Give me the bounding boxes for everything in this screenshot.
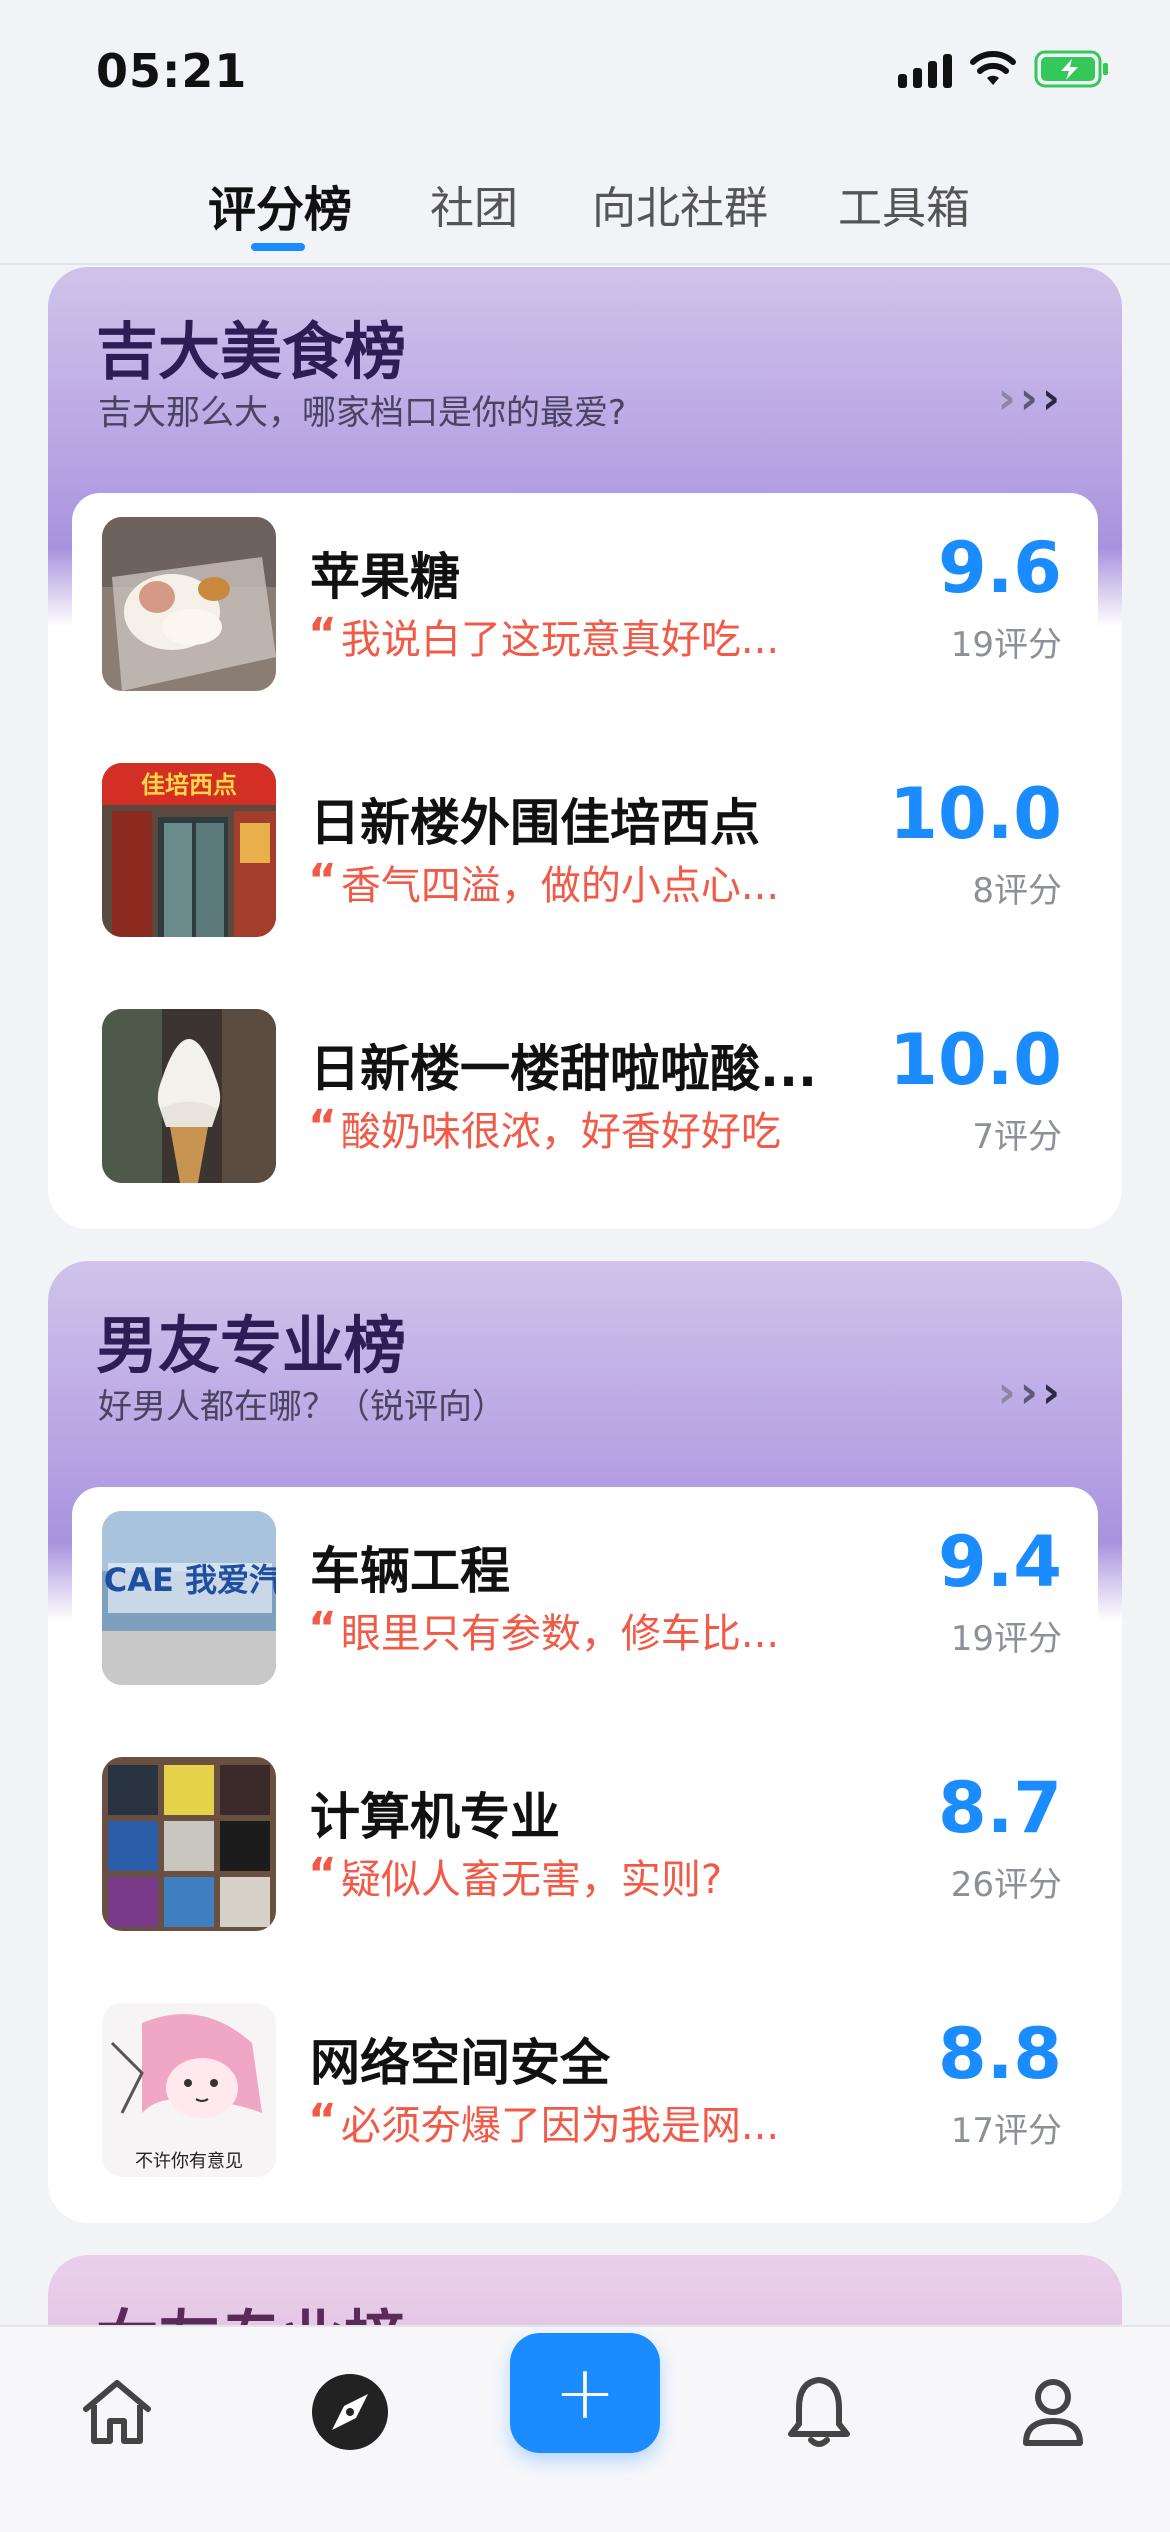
board-subtitle: 好男人都在哪？（锐评向）	[98, 1387, 506, 1427]
wifi-icon	[970, 51, 1016, 87]
quote-mark-icon: “	[308, 855, 337, 906]
item-rating-count: 19评分	[950, 1619, 1062, 1659]
board-title: 吉大美食榜	[96, 315, 407, 388]
item-score: 9.4	[937, 1521, 1062, 1603]
compass-icon[interactable]	[305, 2367, 395, 2457]
status-bar: 05:21	[0, 0, 1170, 150]
list-item[interactable]: 不许你有意见 网络空间安全 “必须夯爆了因为我是网... 8.8 17评分	[72, 1979, 1098, 2223]
board-subtitle: 吉大那么大，哪家档口是你的最爱?	[98, 393, 627, 433]
item-name: 日新楼外围佳培西点	[310, 794, 760, 852]
board-item-list: 苹果糖 “我说白了这玩意真好吃... 9.6 19评分 佳培西点 日新楼外围佳培…	[72, 493, 1098, 1229]
battery-charging-icon	[1034, 50, 1110, 88]
list-item[interactable]: I❤CAE 我爱汽车 车辆工程 “眼里只有参数，修车比... 9.4 19评分	[72, 1487, 1098, 1733]
quote-mark-icon: “	[308, 1101, 337, 1152]
item-score: 8.7	[937, 1767, 1062, 1849]
item-quote: “眼里只有参数，修车比...	[308, 1603, 780, 1657]
add-button[interactable]: +	[510, 2333, 660, 2453]
meme-caption: 不许你有意见	[135, 2151, 243, 2172]
tab-community[interactable]: 向北社群	[592, 172, 768, 236]
bell-icon[interactable]	[774, 2367, 864, 2457]
item-quote: “香气四溢，做的小点心...	[308, 855, 780, 909]
item-thumbnail	[102, 1757, 276, 1931]
item-quote: “疑似人畜无害，实则?	[308, 1849, 723, 1903]
item-thumbnail: I❤CAE 我爱汽车	[102, 1511, 276, 1685]
item-score: 10.0	[889, 773, 1062, 855]
item-rating-count: 26评分	[950, 1865, 1062, 1905]
board-header[interactable]: 女友专业榜	[48, 2255, 1122, 2325]
tab-rating-board[interactable]: 评分榜	[208, 170, 352, 240]
board-boyfriend-major: 男友专业榜 好男人都在哪？（锐评向） ››› I❤CAE 我爱汽车 车辆工程 “…	[48, 1261, 1122, 2223]
item-score: 8.8	[937, 2013, 1062, 2095]
board-title: 男友专业榜	[96, 1309, 407, 1382]
quote-mark-icon: “	[308, 609, 337, 660]
active-tab-indicator	[251, 243, 305, 251]
board-item-list: I❤CAE 我爱汽车 车辆工程 “眼里只有参数，修车比... 9.4 19评分	[72, 1487, 1098, 2223]
tab-clubs[interactable]: 社团	[430, 172, 518, 236]
item-thumbnail: 佳培西点	[102, 763, 276, 937]
profile-icon[interactable]	[1008, 2367, 1098, 2457]
item-rating-count: 19评分	[950, 625, 1062, 665]
more-arrows-icon[interactable]: › › ›	[998, 373, 1060, 424]
item-rating-count: 17评分	[950, 2111, 1062, 2151]
item-rating-count: 8评分	[972, 871, 1062, 911]
storefront-sign: 佳培西点	[141, 771, 237, 799]
board-title: 女友专业榜	[96, 2289, 406, 2325]
item-thumbnail	[102, 1009, 276, 1183]
top-tabs: 评分榜 社团 向北社群 工具箱	[0, 150, 1170, 265]
more-arrows-icon[interactable]: › › ›	[998, 1367, 1060, 1418]
item-score: 9.6	[937, 527, 1062, 609]
item-name: 苹果糖	[310, 548, 460, 606]
cellular-signal-icon	[898, 50, 952, 88]
list-item[interactable]: 计算机专业 “疑似人畜无害，实则? 8.7 26评分	[72, 1733, 1098, 1979]
item-quote: “我说白了这玩意真好吃...	[308, 609, 780, 663]
board-food: 吉大美食榜 吉大那么大，哪家档口是你的最爱? › › › 苹果糖 “ 我说白了这…	[48, 267, 1122, 1229]
board-girlfriend-major: 女友专业榜	[48, 2255, 1122, 2325]
list-item[interactable]: 日新楼一楼甜啦啦酸... “酸奶味很浓，好香好好吃 10.0 7评分	[72, 985, 1098, 1229]
item-name: 网络空间安全	[310, 2034, 610, 2092]
list-item[interactable]: 苹果糖 “我说白了这玩意真好吃... 9.6 19评分	[72, 493, 1098, 739]
status-time: 05:21	[96, 44, 248, 98]
item-name: 日新楼一楼甜啦啦酸...	[310, 1040, 817, 1098]
item-quote: “酸奶味很浓，好香好好吃	[308, 1101, 781, 1155]
list-item[interactable]: 佳培西点 日新楼外围佳培西点 “香气四溢，做的小点心... 10.0 8评分	[72, 739, 1098, 985]
rating-board-feed[interactable]: 吉大美食榜 吉大那么大，哪家档口是你的最爱? › › › 苹果糖 “ 我说白了这…	[0, 267, 1170, 2325]
item-name: 计算机专业	[310, 1788, 560, 1846]
thumbnail-caption: I❤CAE 我爱汽车	[102, 1561, 276, 1599]
item-thumbnail: 不许你有意见	[102, 2003, 276, 2177]
tab-toolbox[interactable]: 工具箱	[838, 172, 970, 236]
item-score: 10.0	[889, 1019, 1062, 1101]
status-icons	[898, 50, 1110, 88]
quote-mark-icon: “	[308, 1603, 337, 1654]
item-rating-count: 7评分	[972, 1117, 1062, 1157]
item-name: 车辆工程	[310, 1542, 510, 1600]
quote-mark-icon: “	[308, 1849, 337, 1900]
quote-mark-icon: “	[308, 2095, 337, 2146]
bottom-navigation: +	[0, 2325, 1170, 2532]
item-thumbnail	[102, 517, 276, 691]
home-icon[interactable]	[72, 2367, 162, 2457]
item-quote: “必须夯爆了因为我是网...	[308, 2095, 780, 2149]
